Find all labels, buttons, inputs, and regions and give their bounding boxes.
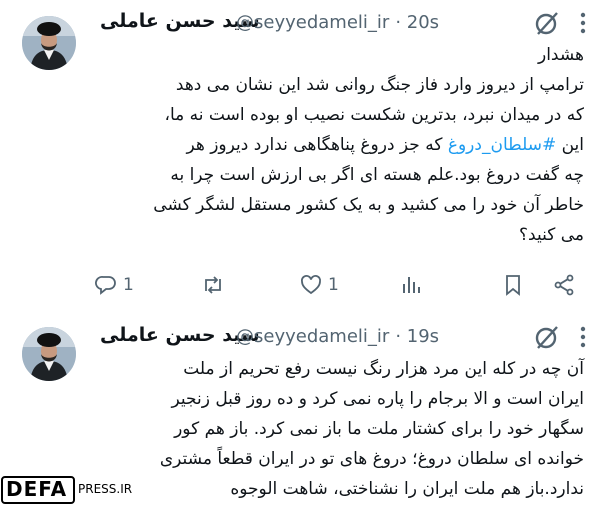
avatar[interactable] bbox=[22, 327, 76, 381]
tweet-line: آن چه در کله این مرد هزار رنگ نیست رفع ت… bbox=[183, 359, 584, 379]
reply-button[interactable]: 1 bbox=[95, 270, 134, 300]
hashtag-line-start: این bbox=[556, 135, 584, 155]
avatar[interactable] bbox=[22, 16, 76, 70]
tweet-line: ترامپ از دیروز وارد فاز جنگ روانی شد این… bbox=[175, 75, 584, 95]
share-button[interactable] bbox=[553, 270, 575, 300]
grok-icon[interactable] bbox=[532, 8, 562, 38]
retweet-icon bbox=[205, 276, 221, 294]
watermark-press: PRESS.IR bbox=[78, 482, 133, 496]
timestamp[interactable]: · 20s bbox=[395, 12, 439, 33]
views-icon bbox=[403, 277, 420, 293]
author-handle[interactable]: @seyyedameli_ir · 19s bbox=[236, 326, 439, 347]
action-bar: 1 1 bbox=[95, 270, 585, 300]
defapress-watermark: DEFA PRESS.IR bbox=[0, 474, 152, 506]
handle-text[interactable]: @seyyedameli_ir bbox=[236, 326, 389, 347]
tweet-line: این #سلطان_دروغ که جز دروغ پناهگاهی ندار… bbox=[96, 130, 584, 160]
tweet-line: ندارد.باز هم ملت ایران را نشناختی، شاهت … bbox=[230, 479, 584, 499]
retweet-button[interactable] bbox=[201, 270, 225, 300]
share-icon bbox=[554, 274, 574, 296]
more-options-icon[interactable] bbox=[580, 325, 586, 349]
like-button[interactable]: 1 bbox=[300, 270, 339, 300]
tweet-line: هشدار bbox=[538, 45, 584, 65]
tweet-text: هشدار ترامپ از دیروز وارد فاز جنگ روانی … bbox=[96, 40, 584, 250]
like-count: 1 bbox=[328, 275, 339, 295]
more-options-icon[interactable] bbox=[580, 11, 586, 35]
watermark-defa: DEFA bbox=[6, 477, 68, 501]
tweet-text: آن چه در کله این مرد هزار رنگ نیست رفع ت… bbox=[96, 354, 584, 504]
bookmark-icon bbox=[506, 275, 520, 296]
handle-text[interactable]: @seyyedameli_ir bbox=[236, 12, 389, 33]
author-handle[interactable]: @seyyedameli_ir · 20s bbox=[236, 12, 439, 33]
tweet-line: سگهار خود را برای کشتار ملت ما باز نمی ک… bbox=[174, 419, 584, 439]
bookmark-button[interactable] bbox=[503, 270, 523, 300]
tweet-line: که در میدان نبرد، بدترین شکست نصیب او بو… bbox=[164, 105, 584, 125]
timestamp[interactable]: · 19s bbox=[395, 326, 439, 347]
views-button[interactable] bbox=[400, 270, 422, 300]
hashtag-line-end: که جز دروغ پناهگاهی ندارد دیروز هر bbox=[186, 135, 448, 155]
tweet-1[interactable]: سید حسن عاملی @seyyedameli_ir · 20s هشدار… bbox=[0, 0, 600, 310]
grok-icon[interactable] bbox=[532, 322, 562, 352]
avatar-photo bbox=[22, 16, 76, 70]
tweet-line: ایران است و الا برجام را پاره نمی کرد و … bbox=[171, 389, 584, 409]
hashtag-link[interactable]: #سلطان_دروغ bbox=[448, 135, 556, 155]
tweet-line: خوانده ای سلطان دروغ؛ دروغ های تو در ایر… bbox=[159, 449, 584, 469]
tweet-line: خاطر آن خود را می کشید و به یک کشور مستق… bbox=[153, 195, 584, 215]
avatar-photo bbox=[22, 327, 76, 381]
tweet-line: چه گفت دروغ بود.علم هسته ای اگر بی ارزش … bbox=[170, 165, 584, 185]
tweet-line: می کنید؟ bbox=[519, 225, 584, 245]
like-icon bbox=[301, 275, 321, 295]
reply-count: 1 bbox=[123, 275, 134, 295]
reply-icon bbox=[95, 276, 116, 295]
